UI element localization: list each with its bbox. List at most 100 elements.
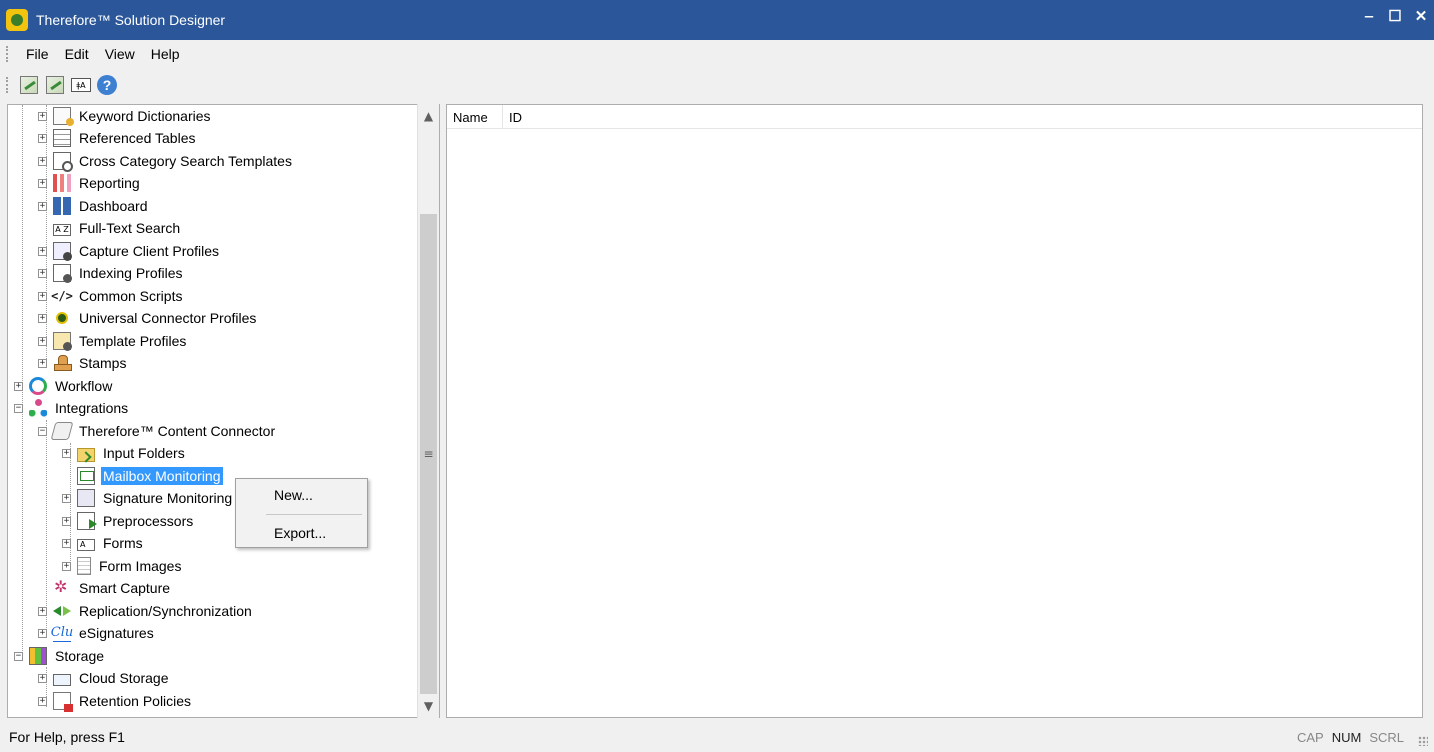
tree-item-universal-connector-profiles[interactable]: + Universal Connector Profiles (38, 307, 258, 329)
expand-toggle[interactable]: + (62, 561, 71, 571)
expand-toggle[interactable]: + (38, 358, 47, 368)
toolbar-grip-icon[interactable] (6, 77, 12, 93)
tree-item-forms[interactable]: + A Forms (62, 532, 145, 554)
details-list[interactable]: Name ID (446, 104, 1423, 718)
menu-help[interactable]: Help (143, 46, 188, 62)
collapse-toggle[interactable]: − (38, 426, 47, 436)
designer-icon (20, 76, 38, 94)
close-button[interactable]: ✕ (1408, 0, 1434, 32)
toolbar-fulltext-button[interactable]: ǂA (70, 74, 92, 96)
tree-item-signature-monitoring[interactable]: + Signature Monitoring (62, 487, 234, 509)
tree-item-content-connector[interactable]: − Therefore™ Content Connector (38, 420, 277, 442)
tree-item-label: eSignatures (79, 625, 154, 641)
menu-edit[interactable]: Edit (57, 46, 97, 62)
scroll-up-button[interactable]: ▲ (418, 106, 439, 126)
expand-toggle[interactable]: + (38, 673, 47, 683)
expand-toggle[interactable]: + (38, 246, 47, 256)
maximize-button[interactable]: ☐ (1382, 0, 1408, 32)
tree-item-label: Therefore™ Content Connector (79, 423, 276, 439)
caps-lock-indicator: CAP (1296, 729, 1324, 745)
tree-item-common-scripts[interactable]: + </> Common Scripts (38, 285, 184, 307)
menubar-grip-icon[interactable] (6, 46, 12, 62)
expand-toggle[interactable]: + (62, 493, 71, 503)
tree-item-stamps[interactable]: + Stamps (38, 352, 128, 374)
tree-item-template-profiles[interactable]: + Template Profiles (38, 330, 188, 352)
tree-item-dashboard[interactable]: + Dashboard (38, 195, 150, 217)
table-icon (53, 129, 71, 147)
expand-toggle[interactable]: + (38, 313, 47, 323)
expand-toggle[interactable]: + (38, 133, 47, 143)
solution-tree[interactable]: + Keyword Dictionaries + Referenced Tabl… (7, 104, 440, 718)
tree-item-capture-client-profiles[interactable]: + Capture Client Profiles (38, 240, 221, 262)
expand-toggle[interactable]: + (38, 628, 47, 638)
tree-item-reporting[interactable]: + Reporting (38, 172, 142, 194)
status-text: For Help, press F1 (9, 729, 125, 745)
tree-item-label: Keyword Dictionaries (79, 108, 211, 124)
app-logo-icon (6, 9, 28, 31)
indexing-profile-icon (53, 264, 72, 283)
expand-toggle[interactable]: + (38, 696, 47, 706)
tree-item-storage[interactable]: − Storage (14, 645, 106, 667)
window-controls: ‒ ☐ ✕ (1356, 0, 1434, 32)
tree-item-retention-policies[interactable]: + Retention Policies (38, 690, 193, 712)
tree-item-form-images[interactable]: + Form Images (62, 555, 183, 577)
toolbar-help-button[interactable]: ? (96, 74, 118, 96)
toolbar: ǂA ? (0, 68, 1434, 102)
tree-item-integrations[interactable]: − Integrations (14, 397, 130, 419)
tree-item-label: Cloud Storage (79, 670, 169, 686)
tree-item-label: Form Images (99, 558, 182, 574)
tree-item-indexing-profiles[interactable]: + Indexing Profiles (38, 262, 185, 284)
expand-toggle[interactable]: + (38, 336, 47, 346)
preprocessor-icon (77, 512, 97, 530)
column-name-header[interactable]: Name (447, 105, 503, 129)
tree-item-mailbox-monitoring[interactable]: Mailbox Monitoring (62, 465, 223, 487)
context-menu-separator (266, 514, 362, 515)
tree-item-workflow[interactable]: + Workflow (14, 375, 114, 397)
list-header: Name ID (447, 105, 1422, 129)
minimize-button[interactable]: ‒ (1356, 0, 1382, 32)
tree-item-replication[interactable]: + Replication/Synchronization (38, 600, 254, 622)
collapse-toggle[interactable]: − (14, 403, 23, 413)
expand-toggle[interactable]: + (62, 516, 71, 526)
menu-view[interactable]: View (97, 46, 143, 62)
tree-item-label: Integrations (55, 400, 129, 416)
context-menu-new[interactable]: New... (236, 484, 367, 506)
tree-item-full-text-search[interactable]: A Z Full-Text Search (38, 217, 182, 239)
retention-policy-icon (53, 692, 73, 712)
menu-file[interactable]: File (18, 46, 57, 62)
tree-item-keyword-dictionaries[interactable]: + Keyword Dictionaries (38, 105, 213, 127)
splitter-grip-icon[interactable]: ≡ (418, 444, 439, 464)
expand-toggle[interactable]: + (38, 606, 47, 616)
toolbar-designer-alt-button[interactable] (44, 74, 66, 96)
expand-toggle[interactable]: + (38, 111, 47, 121)
expand-toggle[interactable]: + (38, 291, 47, 301)
tree-item-cross-category-search-templates[interactable]: + Cross Category Search Templates (38, 150, 294, 172)
expand-toggle[interactable]: + (14, 381, 23, 391)
expand-toggle[interactable]: + (38, 201, 47, 211)
title-bar: Therefore™ Solution Designer ‒ ☐ ✕ (0, 0, 1434, 40)
key-indicators: CAP NUM SCRL (1289, 722, 1404, 752)
collapse-toggle[interactable]: − (14, 651, 23, 661)
expand-toggle[interactable]: + (62, 448, 71, 458)
form-image-icon (77, 557, 91, 575)
resize-grip-icon[interactable] (1418, 736, 1428, 746)
tree-item-esignatures[interactable]: + Clu eSignatures (38, 622, 156, 644)
tree-item-preprocessors[interactable]: + Preprocessors (62, 510, 195, 532)
tree-item-referenced-tables[interactable]: + Referenced Tables (38, 127, 197, 149)
report-icon (53, 174, 71, 192)
toolbar-designer-button[interactable] (18, 74, 40, 96)
expand-toggle[interactable]: + (38, 268, 47, 278)
tree-scrollbar[interactable]: ▲ ≡ ▼ (417, 104, 439, 718)
expand-toggle[interactable]: + (62, 538, 71, 548)
tree-item-input-folders[interactable]: + Input Folders (62, 442, 187, 464)
tree-item-smart-capture[interactable]: Smart Capture (38, 577, 172, 599)
tree-item-label: Storage (55, 648, 105, 664)
expand-toggle[interactable]: + (38, 156, 47, 166)
tree-item-cloud-storage[interactable]: + Cloud Storage (38, 667, 171, 689)
expand-toggle[interactable]: + (38, 178, 47, 188)
context-menu-export[interactable]: Export... (236, 522, 367, 544)
tree-item-label: Retention Policies (79, 693, 192, 709)
tree-item-label: Reporting (79, 175, 140, 191)
column-id-header[interactable]: ID (503, 105, 1422, 129)
scroll-down-button[interactable]: ▼ (418, 696, 439, 716)
